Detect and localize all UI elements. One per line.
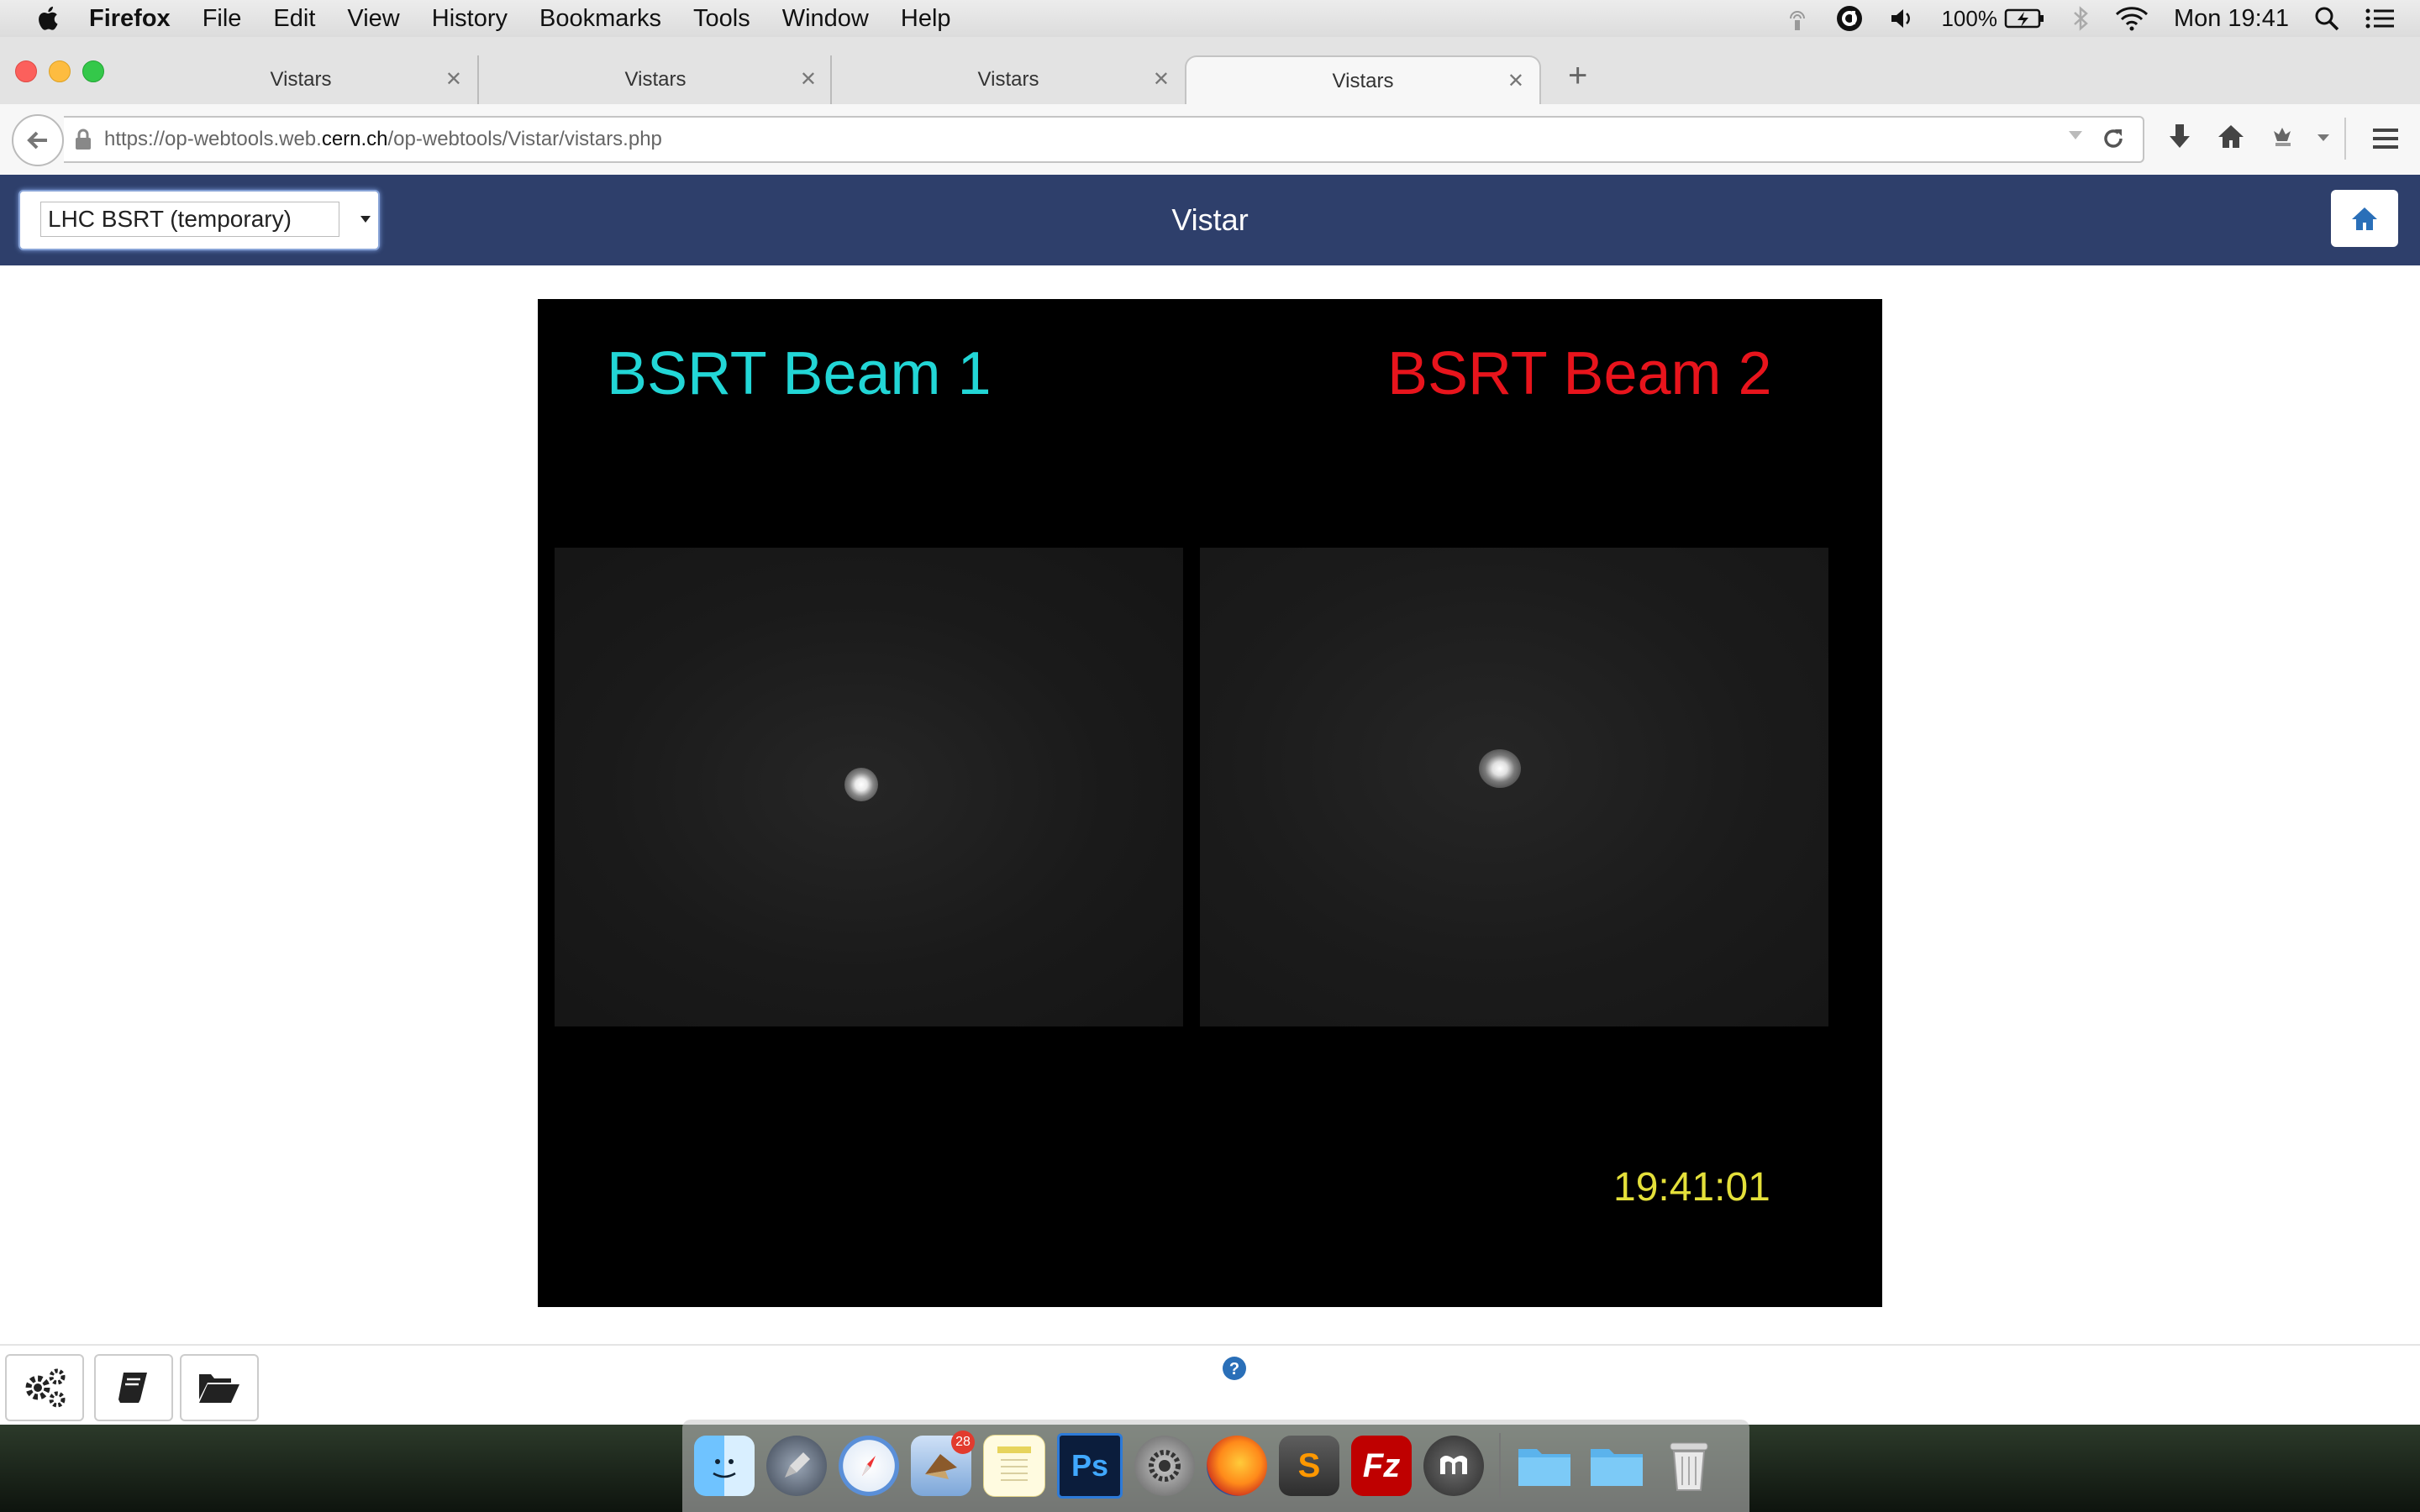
battery-percentage: 100%: [1941, 5, 1997, 31]
window-minimize-button[interactable]: [49, 60, 71, 82]
tab-close-icon[interactable]: ✕: [445, 67, 462, 92]
extension-dropdown-icon[interactable]: [2316, 133, 2331, 143]
vistar-select-dropdown[interactable]: LHC BSRT (temporary): [18, 190, 380, 250]
back-arrow-icon: [27, 131, 47, 150]
url-prefix: https://op-webtools.web.: [104, 128, 322, 150]
menu-file[interactable]: File: [203, 5, 242, 33]
beam1-spot: [844, 768, 878, 801]
reload-icon[interactable]: [2101, 126, 2126, 151]
menu-app-firefox[interactable]: Firefox: [89, 5, 171, 33]
filezilla-icon[interactable]: Fz: [1351, 1436, 1412, 1496]
home-icon: [2352, 207, 2377, 230]
help-icon[interactable]: ?: [1222, 1356, 1247, 1381]
menu-bookmarks[interactable]: Bookmarks: [539, 5, 661, 33]
downloads-icon[interactable]: [2166, 123, 2193, 151]
vistar-select-value: LHC BSRT (temporary): [40, 202, 339, 237]
menubar-clock[interactable]: Mon 19:41: [2174, 5, 2289, 33]
svg-text:?: ?: [1229, 1360, 1239, 1378]
tab-close-icon[interactable]: ✕: [1507, 69, 1524, 93]
folder-icon[interactable]: [1586, 1436, 1647, 1496]
vistar-header: Vistar LHC BSRT (temporary): [0, 175, 2420, 265]
browser-window: Vistars ✕ Vistars ✕ Vistars ✕ Vistars ✕ …: [0, 37, 2420, 1426]
beam2-spot: [1479, 749, 1521, 788]
beam2-camera-image: [1200, 548, 1828, 1026]
menu-history[interactable]: History: [432, 5, 508, 33]
url-path: /op-webtools/Vistar/vistars.php: [387, 128, 662, 150]
hamburger-menu-icon[interactable]: [2371, 126, 2400, 151]
settings-button[interactable]: [5, 1354, 84, 1421]
browser-tab-3[interactable]: Vistars ✕: [830, 55, 1185, 104]
beam1-title: BSRT Beam 1: [607, 340, 992, 407]
tab-title: Vistars: [977, 68, 1039, 91]
book-icon: [118, 1373, 147, 1403]
browser-tab-2[interactable]: Vistars ✕: [477, 55, 832, 104]
notification-center-icon[interactable]: [2365, 7, 2395, 30]
sublime-text-icon[interactable]: S: [1279, 1436, 1339, 1496]
navigation-toolbar: https://op-webtools.web. cern.ch/op-webto…: [0, 104, 2420, 176]
tab-close-icon[interactable]: ✕: [1153, 67, 1170, 92]
mail-icon[interactable]: 28: [911, 1431, 975, 1496]
trash-icon[interactable]: [1659, 1436, 1719, 1496]
photoshop-icon[interactable]: Ps: [1057, 1433, 1123, 1499]
airdrop-icon[interactable]: [1785, 5, 1810, 32]
wifi-icon[interactable]: [2115, 6, 2149, 31]
home-icon[interactable]: [2217, 123, 2245, 150]
bluetooth-icon[interactable]: [2071, 5, 2090, 32]
folder-icon[interactable]: [1514, 1436, 1575, 1496]
macdown-icon[interactable]: [1423, 1436, 1484, 1496]
back-button[interactable]: [12, 114, 64, 166]
window-close-button[interactable]: [15, 60, 37, 82]
firefox-icon[interactable]: [1207, 1436, 1267, 1496]
menu-view[interactable]: View: [347, 5, 399, 33]
menu-tools[interactable]: Tools: [693, 5, 750, 33]
vistar-timestamp: 19:41:01: [1613, 1165, 1770, 1210]
macos-menu-bar: Firefox File Edit View History Bookmarks…: [0, 0, 2420, 37]
menu-window[interactable]: Window: [782, 5, 869, 33]
apple-icon[interactable]: [34, 3, 64, 34]
filezilla-label: Fz: [1362, 1446, 1401, 1484]
dock: 28 Ps S Fz: [682, 1420, 1749, 1512]
browser-tab-4-active[interactable]: Vistars ✕: [1185, 55, 1541, 106]
dock-separator: [1499, 1433, 1501, 1499]
toolbar-divider: [2344, 118, 2346, 160]
notes-icon[interactable]: [983, 1435, 1045, 1497]
battery-icon[interactable]: [2004, 7, 2046, 30]
launchpad-icon[interactable]: [766, 1436, 827, 1496]
tab-title: Vistars: [270, 68, 332, 91]
home-button[interactable]: [2331, 190, 2398, 247]
safari-icon[interactable]: [839, 1436, 899, 1496]
photoshop-label: Ps: [1071, 1448, 1109, 1483]
tab-strip: Vistars ✕ Vistars ✕ Vistars ✕ Vistars ✕ …: [0, 37, 2420, 106]
tab-title: Vistars: [1332, 70, 1394, 92]
bottom-toolbar: [0, 1344, 2420, 1426]
beam1-camera-image: [555, 548, 1183, 1026]
new-tab-button[interactable]: +: [1568, 57, 1587, 95]
tab-title: Vistars: [624, 68, 687, 91]
url-domain: cern.ch: [321, 128, 388, 150]
vistar-display: BSRT Beam 1 BSRT Beam 2 19:41:01: [538, 299, 1882, 1307]
extension-icon[interactable]: [2269, 123, 2297, 150]
vpn-status-icon[interactable]: [1835, 4, 1864, 33]
finder-icon[interactable]: [694, 1436, 755, 1496]
gears-icon: [25, 1368, 66, 1408]
menu-help[interactable]: Help: [901, 5, 951, 33]
system-preferences-icon[interactable]: [1134, 1436, 1195, 1496]
tab-close-icon[interactable]: ✕: [800, 67, 817, 92]
menu-edit[interactable]: Edit: [273, 5, 315, 33]
spotlight-search-icon[interactable]: [2314, 6, 2339, 31]
url-bar[interactable]: https://op-webtools.web. cern.ch/op-webto…: [64, 116, 2144, 163]
volume-icon[interactable]: [1889, 6, 1916, 31]
sublime-label: S: [1297, 1446, 1321, 1484]
lock-icon[interactable]: [74, 129, 92, 150]
beam2-title: BSRT Beam 2: [1387, 340, 1772, 407]
logbook-button[interactable]: [94, 1354, 173, 1421]
browser-tab-1[interactable]: Vistars ✕: [124, 55, 477, 104]
mail-badge: 28: [951, 1431, 975, 1454]
chevron-down-icon: [360, 216, 371, 223]
open-folder-button[interactable]: [180, 1354, 259, 1421]
window-zoom-button[interactable]: [82, 60, 104, 82]
folder-open-icon: [199, 1374, 239, 1403]
history-dropdown-icon[interactable]: [2067, 129, 2084, 141]
